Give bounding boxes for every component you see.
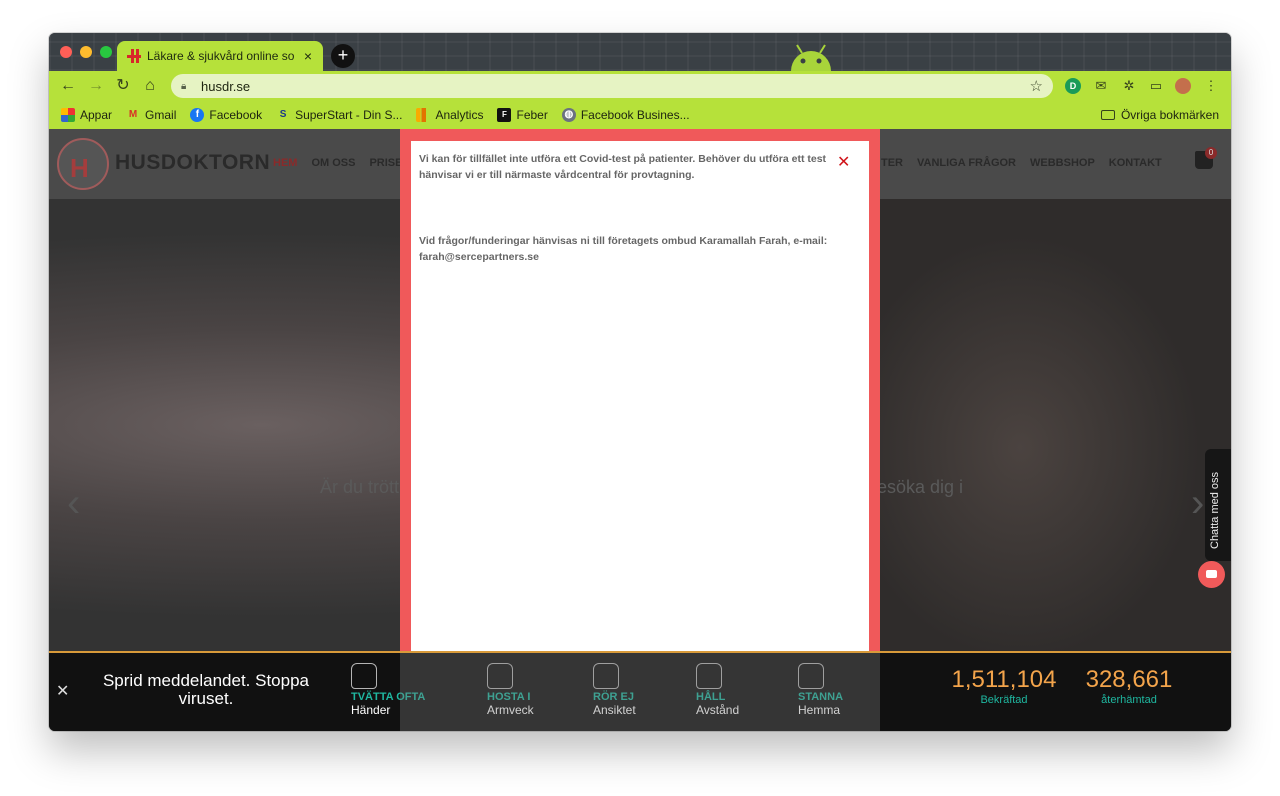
popup-close-icon[interactable]: ✕ [837, 155, 850, 171]
popup-paragraph-covid: Vi kan för tillfället inte utföra ett Co… [419, 153, 827, 181]
bookmark-star-icon[interactable]: ☆ [1030, 77, 1043, 95]
hero-image-right [880, 199, 1231, 651]
husdoktorn-favicon-icon [127, 49, 141, 63]
tab-title: Läkare & sjukvård online som [147, 49, 295, 63]
other-bookmarks-label: Övriga bokmärken [1120, 108, 1219, 122]
main-nav-right: TER VANLIGA FRÅGOR WEBBSHOP KONTAKT [881, 157, 1162, 169]
nav-priser[interactable]: PRISE [369, 157, 402, 169]
covid-info-bar: ✕ Sprid meddelandet. Stoppa viruset. TVÄ… [49, 651, 1231, 731]
bookmark-label: SuperStart - Din S... [295, 108, 403, 122]
bookmark-analytics[interactable]: Analytics [416, 108, 483, 122]
hand-wash-icon [351, 663, 377, 689]
reload-icon[interactable]: ↻ [113, 76, 133, 96]
covid-notice-popup: Vi kan för tillfället inte utföra ett Co… [411, 141, 869, 651]
url-text: husdr.se [201, 78, 251, 94]
cart-count-badge: 0 [1205, 147, 1217, 159]
facebook-icon: f [190, 108, 205, 122]
nav-vanliga-fragor[interactable]: VANLIGA FRÅGOR [917, 157, 1016, 169]
main-nav-left: HEM OM OSS PRISE [273, 157, 402, 169]
slider-prev-arrow-icon[interactable]: ‹ [67, 481, 80, 526]
stat-recovered: 328,661 återhämtad [1069, 666, 1189, 706]
apps-grid-icon [61, 108, 75, 122]
recovered-label: återhämtad [1101, 694, 1157, 706]
bookmark-facebook[interactable]: f Facebook [190, 108, 262, 122]
extension-green-icon[interactable]: D [1065, 78, 1081, 94]
maximize-window-button[interactable] [100, 46, 112, 58]
bookmark-label: Feber [516, 108, 548, 122]
popup-overlay-dim [400, 653, 880, 731]
tab-husdr[interactable]: Läkare & sjukvård online som × [117, 41, 323, 71]
extensions-puzzle-icon[interactable]: ✲ [1121, 78, 1137, 94]
stat-confirmed: 1,511,104 Bekräftad [921, 666, 1087, 706]
back-arrow-icon[interactable]: ← [58, 76, 78, 96]
bookmark-superstart[interactable]: S SuperStart - Din S... [276, 108, 403, 122]
bookmark-gmail[interactable]: M Gmail [126, 108, 177, 122]
bookmark-appar[interactable]: Appar [61, 108, 112, 122]
menu-dots-icon[interactable]: ⋮ [1203, 78, 1219, 94]
bookmark-label: Appar [80, 108, 113, 122]
nav-om-oss[interactable]: OM OSS [311, 157, 355, 169]
tab-strip: Läkare & sjukvård online som × + [49, 33, 1231, 71]
address-bar[interactable]: 🔒︎ husdr.se ☆ [171, 74, 1053, 98]
bookmark-label: Facebook Busines... [580, 108, 690, 122]
logo-h-mark: H [70, 153, 89, 183]
hero-headline-left: Är du trött [320, 477, 400, 497]
lock-icon: 🔒︎ [181, 80, 187, 92]
bookmark-label: Analytics [435, 108, 484, 122]
profile-avatar-icon[interactable] [1175, 78, 1191, 94]
site-logo-text[interactable]: HUSDOKTORN [115, 151, 270, 175]
nav-kontakt[interactable]: KONTAKT [1109, 157, 1162, 169]
gmail-icon: M [128, 109, 138, 120]
folder-icon [1100, 110, 1115, 120]
cast-icon[interactable]: ▭ [1148, 78, 1164, 94]
recovered-number: 328,661 [1085, 666, 1173, 693]
nav-webbshop[interactable]: WEBBSHOP [1030, 157, 1095, 169]
nav-hem[interactable]: HEM [273, 157, 297, 169]
forward-arrow-icon[interactable]: → [86, 76, 106, 96]
browser-toolbar: ← → ↻ ⌂ 🔒︎ husdr.se ☆ D ✉ ✲ ▭ ⋮ [49, 71, 1231, 101]
mail-extension-icon[interactable]: ✉ [1093, 78, 1109, 94]
android-theme-icon [791, 44, 831, 71]
slider-next-arrow-icon[interactable]: › [1191, 481, 1204, 526]
popup-paragraph-contact: Vid frågor/funderingar hänvisas ni till … [419, 235, 828, 263]
hero-headline-right: esöka dig i [877, 477, 964, 497]
minimize-window-button[interactable] [80, 46, 92, 58]
confirmed-number: 1,511,104 [951, 666, 1057, 693]
bookmark-label: Gmail [145, 108, 177, 122]
nav-partial-item[interactable]: TER [881, 157, 903, 169]
covid-slogan: Sprid meddelandet. Stoppa viruset. [102, 671, 310, 708]
chat-tab-label: Chatta med oss [1209, 471, 1221, 549]
bookmarks-bar: Appar M Gmail f Facebook S SuperStart - … [49, 101, 1231, 129]
chat-tab[interactable]: Chatta med oss [1205, 449, 1231, 561]
bookmark-facebook-business[interactable]: ◍ Facebook Busines... [561, 108, 690, 122]
home-icon[interactable]: ⌂ [140, 76, 160, 96]
new-tab-button[interactable]: + [331, 44, 355, 68]
covid-bar-close-icon[interactable]: ✕ [56, 681, 69, 701]
close-window-button[interactable] [60, 46, 72, 58]
analytics-icon [416, 108, 431, 122]
superstart-icon: S [279, 109, 287, 120]
globe-icon: ◍ [561, 108, 576, 122]
confirmed-label: Bekräftad [980, 694, 1028, 706]
browser-window: Läkare & sjukvård online som × + ← → ↻ ⌂… [49, 33, 1231, 731]
other-bookmarks[interactable]: Övriga bokmärken [1100, 108, 1219, 122]
bookmark-label: Facebook [209, 108, 263, 122]
web-page: H HUSDOKTORN HEM OM OSS PRISE TER VANLIG… [49, 129, 1231, 731]
chat-bubble-icon[interactable] [1198, 561, 1225, 588]
tab-close-icon[interactable]: × [301, 48, 315, 64]
feber-icon: F [497, 108, 512, 122]
bookmark-feber[interactable]: F Feber [497, 108, 548, 122]
